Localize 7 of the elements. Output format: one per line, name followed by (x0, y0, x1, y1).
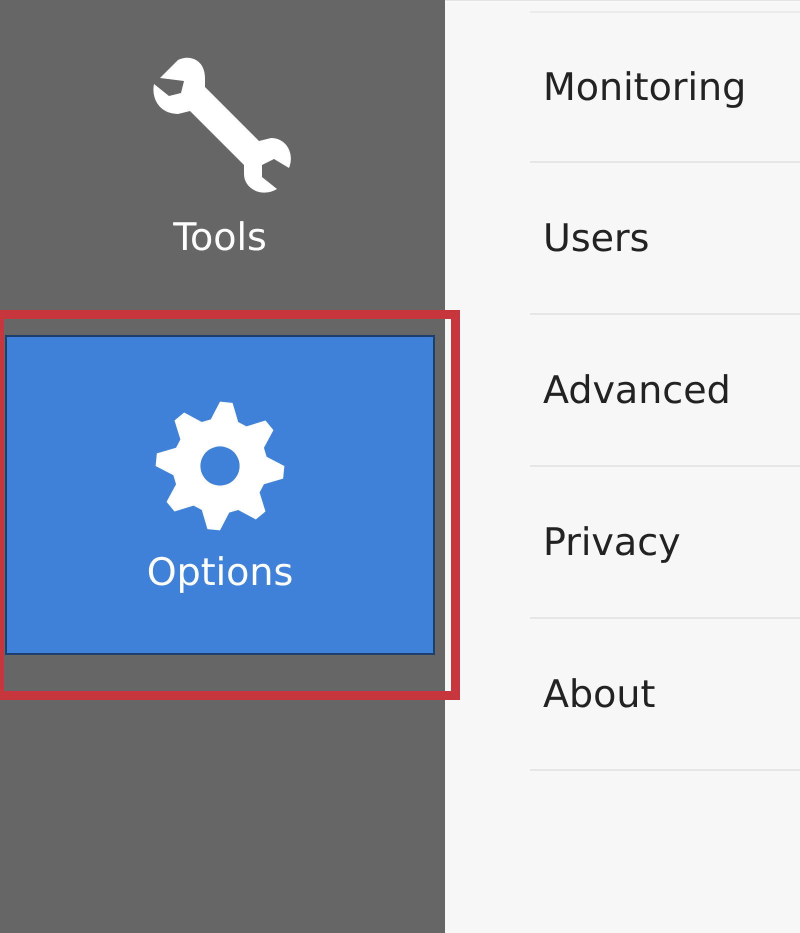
menu-item[interactable]: About (530, 672, 656, 716)
menu-item[interactable]: Monitoring (530, 65, 746, 109)
sidebar-item[interactable]: Tools (5, 15, 435, 295)
menu-item[interactable]: Users (530, 216, 650, 260)
menu-item[interactable]: Advanced (530, 368, 731, 412)
sidebar-item[interactable]: Options (5, 335, 435, 655)
menu-item[interactable]: Privacy (530, 520, 681, 564)
